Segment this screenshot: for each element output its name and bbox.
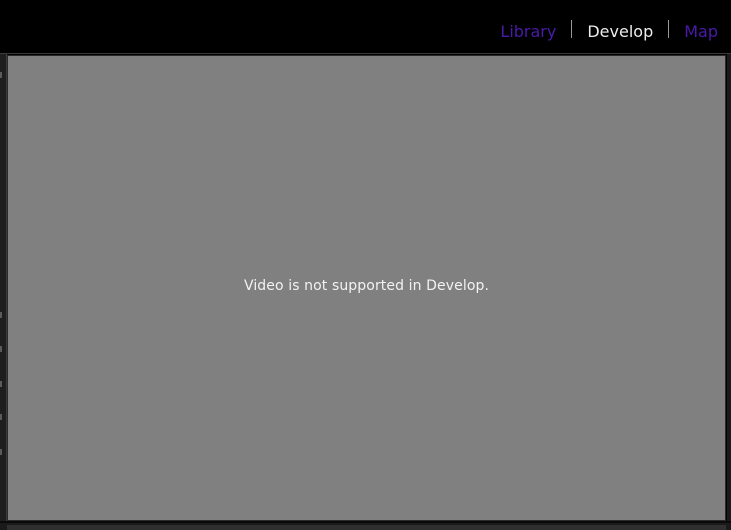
panel-edge-marker (0, 312, 2, 318)
module-bar: Library Develop Map (0, 0, 731, 54)
module-picker: Library Develop Map (500, 20, 718, 44)
module-library-link[interactable]: Library (500, 20, 571, 44)
panel-edge-marker (0, 449, 2, 455)
panel-edge-marker (0, 381, 2, 387)
module-map-link[interactable]: Map (669, 20, 718, 44)
header-divider (0, 53, 731, 54)
unsupported-video-message: Video is not supported in Develop. (243, 278, 490, 294)
left-panel-collapsed-edge[interactable] (0, 54, 7, 530)
filmstrip-edge-inner (7, 525, 726, 530)
filmstrip-collapsed-edge[interactable] (0, 521, 731, 530)
right-panel-collapsed-edge[interactable] (727, 54, 731, 530)
panel-edge-marker (0, 414, 2, 420)
module-develop-link[interactable]: Develop (572, 20, 668, 44)
panel-edge-marker (0, 72, 2, 78)
develop-preview-area[interactable]: Video is not supported in Develop. (7, 55, 726, 521)
lightroom-window: Library Develop Map Video is not support… (0, 0, 731, 530)
panel-edge-marker (0, 346, 2, 352)
